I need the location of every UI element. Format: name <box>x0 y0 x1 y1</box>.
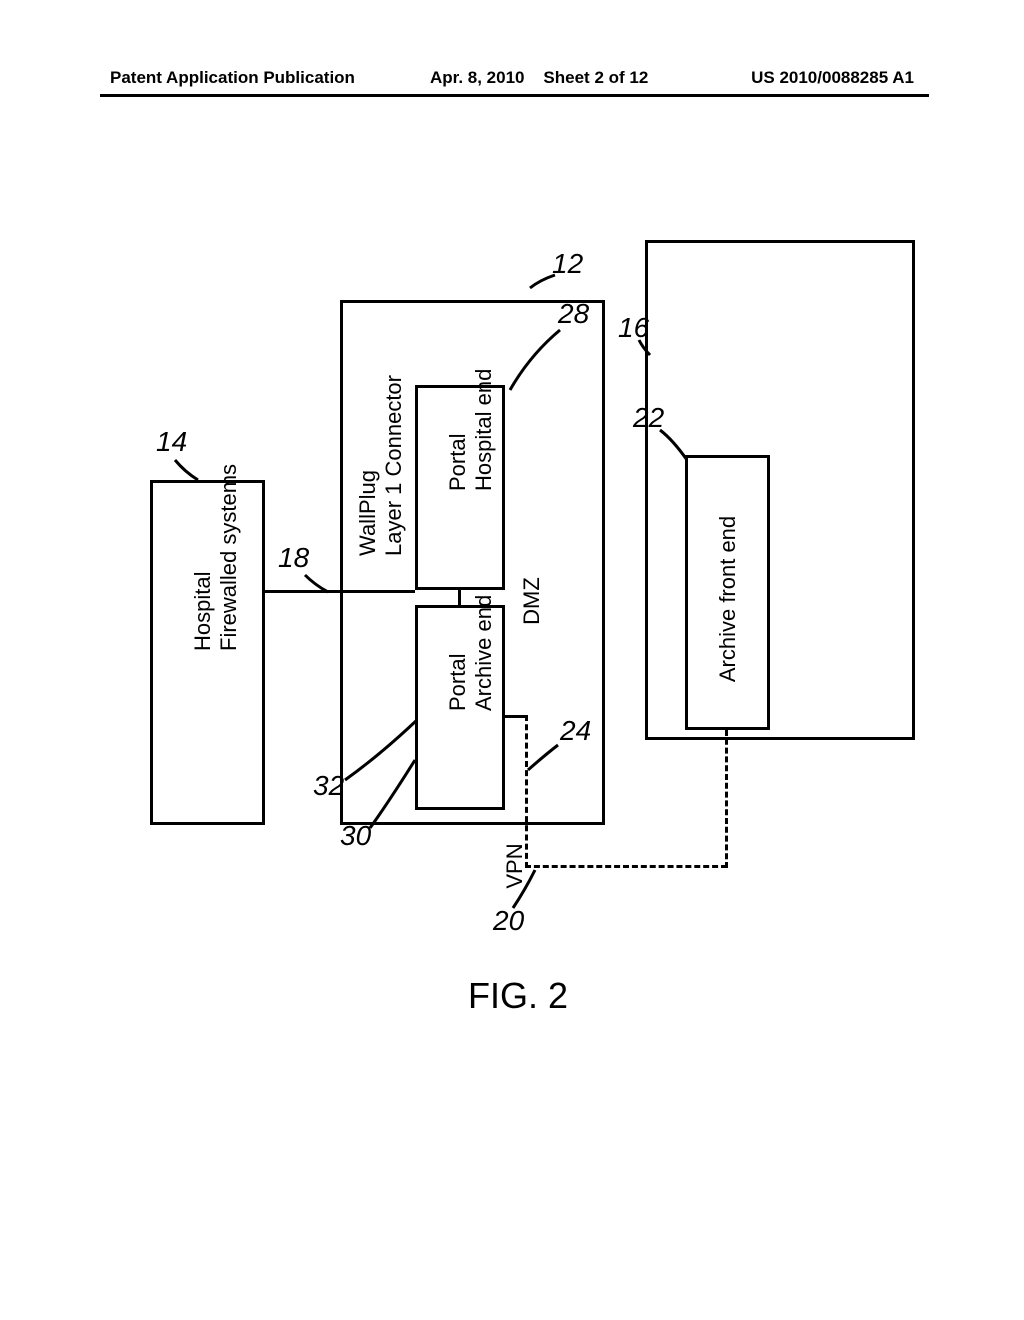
header-sheet: Sheet 2 of 12 <box>543 68 648 87</box>
ref-14: 14 <box>156 426 187 458</box>
header-date: Apr. 8, 2010 <box>430 68 525 87</box>
figure-canvas: Hospital Firewalled systems WallPlug Lay… <box>90 130 930 1200</box>
ref-20: 20 <box>493 905 524 937</box>
ref-30: 30 <box>340 820 371 852</box>
header-left: Patent Application Publication <box>110 68 355 88</box>
ref-28: 28 <box>558 298 589 330</box>
header-rule <box>100 94 929 97</box>
header-middle: Apr. 8, 2010 Sheet 2 of 12 <box>430 68 648 88</box>
ref-16: 16 <box>618 312 649 344</box>
ref-22: 22 <box>633 402 664 434</box>
ref-18: 18 <box>278 542 309 574</box>
figure-caption: FIG. 2 <box>468 975 568 1017</box>
header-pubno: US 2010/0088285 A1 <box>751 68 914 88</box>
ref-12: 12 <box>552 248 583 280</box>
page: Patent Application Publication Apr. 8, 2… <box>0 0 1024 1320</box>
ref-32: 32 <box>313 770 344 802</box>
ref-24: 24 <box>560 715 591 747</box>
